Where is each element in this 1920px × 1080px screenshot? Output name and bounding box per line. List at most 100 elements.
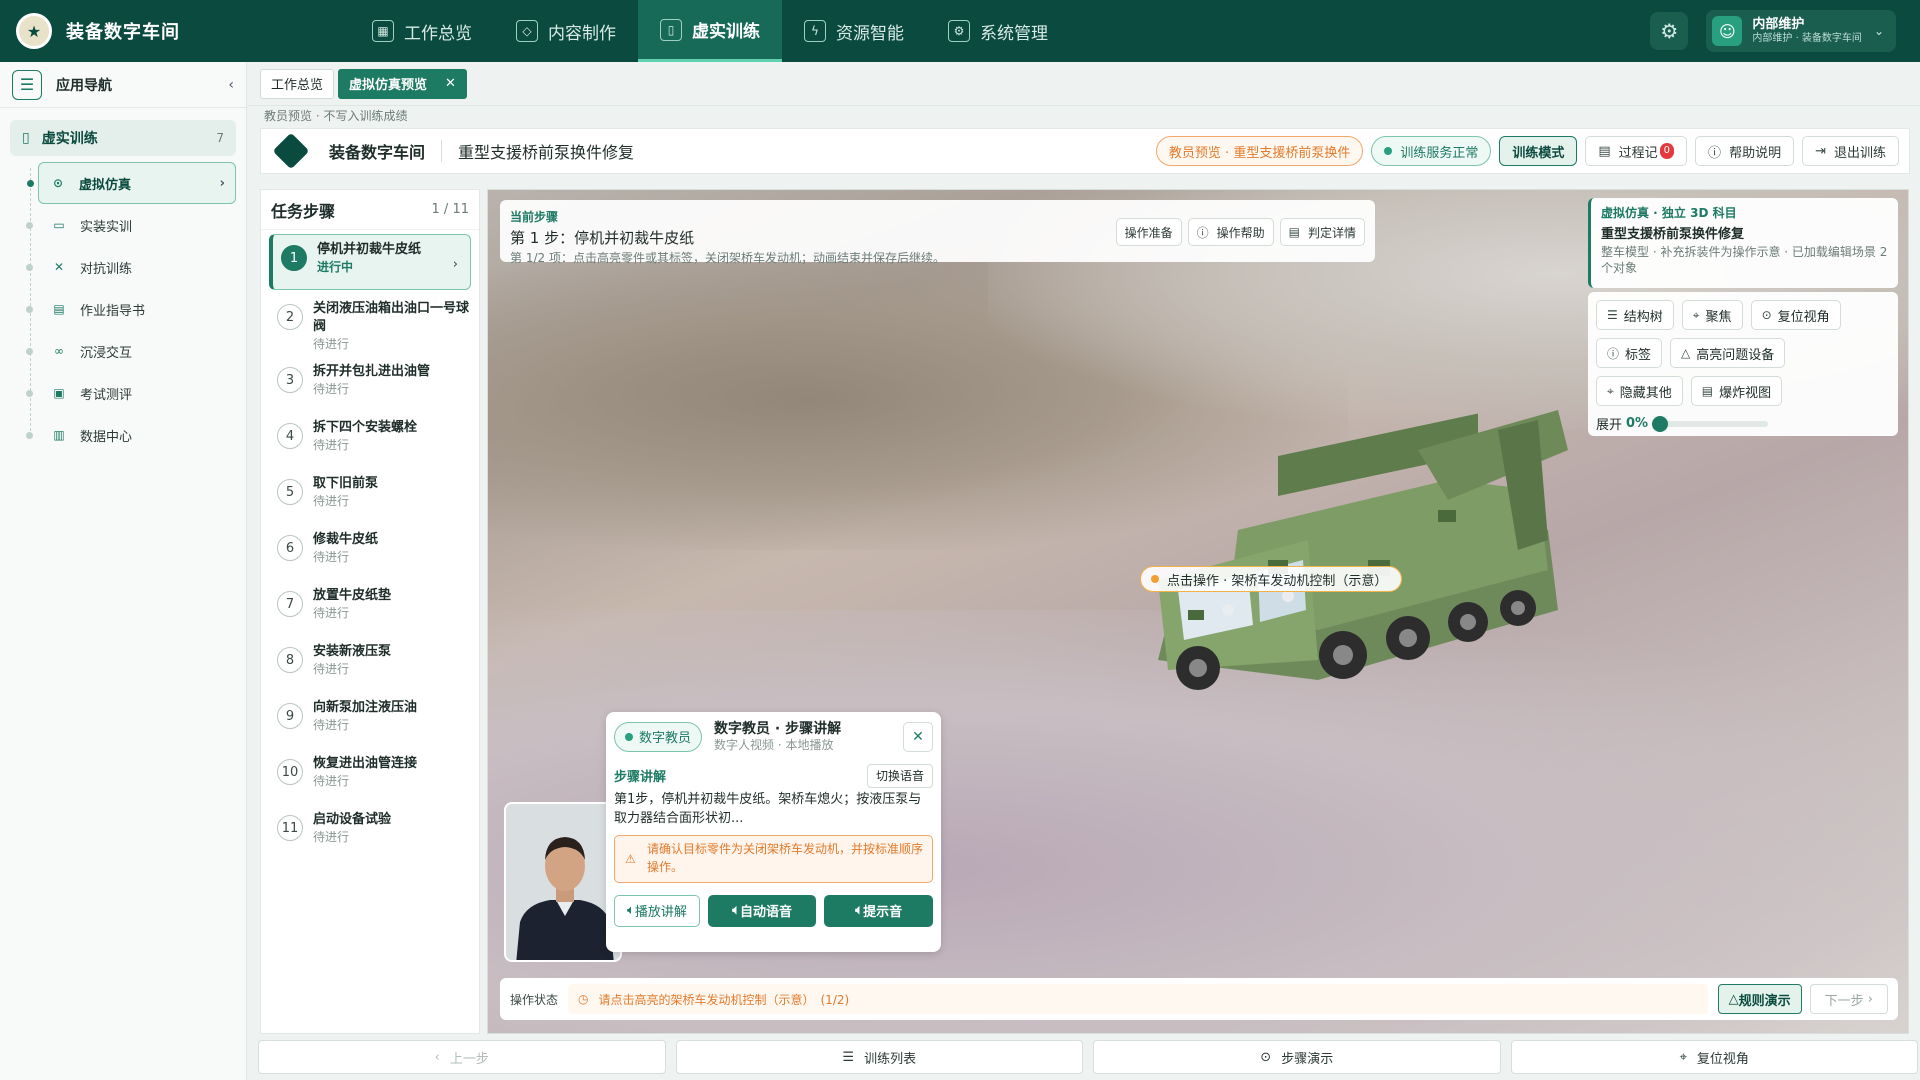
sidebar-item-exam[interactable]: ▣ 考试测评: [26, 372, 246, 414]
play-circle-icon: ⊙: [1260, 1049, 1272, 1065]
sidebar-item-label: 沉浸交互: [80, 345, 133, 361]
tree-dot: [26, 221, 33, 229]
expand-slider[interactable]: [1652, 415, 1769, 432]
sidebar-group-label: 虚实训练: [41, 131, 98, 147]
step-item[interactable]: 4 拆下四个安装螺栓 待进行: [261, 413, 479, 469]
auto-voice-button[interactable]: 🔈︎ 自动语音: [707, 894, 817, 927]
nav-item-training[interactable]: ▯ 虚实训练: [638, 0, 782, 62]
tool-label: 隐藏其他: [1619, 385, 1672, 401]
chevron-down-icon: ⌄: [1873, 24, 1884, 38]
step-number: 5: [277, 479, 303, 506]
nav-item-content[interactable]: ◇ 内容制作: [494, 0, 638, 62]
record-button[interactable]: ▤ 过程记 0: [1585, 136, 1688, 166]
reset-view-footer-button[interactable]: ⌖ 复位视角: [1510, 1040, 1918, 1074]
reset-view-button[interactable]: ⊙ 复位视角: [1750, 300, 1841, 330]
book-icon: ▯: [660, 18, 682, 41]
chevron-left-icon[interactable]: ‹: [228, 77, 234, 93]
nav-label: 虚实训练: [692, 22, 760, 42]
tool-label: 聚焦: [1705, 309, 1732, 325]
play-circle-icon: ⊙: [52, 176, 64, 190]
sidebar-item-label: 作业指导书: [80, 303, 146, 319]
step-name: 拆下四个安装螺栓: [313, 420, 418, 436]
chevron-right-icon: ›: [219, 175, 225, 191]
sidebar-item-guide[interactable]: ▤ 作业指导书: [26, 288, 246, 330]
tab-sim-preview[interactable]: 虚拟仿真预览 ✕: [338, 68, 467, 99]
brand[interactable]: ★ 装备数字车间: [0, 13, 340, 49]
current-step-card: 当前步骤 第 1 步：停机并初裁牛皮纸 第 1/2 项：点击高亮零件或其标签，关…: [500, 200, 1375, 265]
emblem-icon: ★: [16, 13, 52, 49]
rule-demo-button[interactable]: △ 规则演示: [1717, 984, 1802, 1014]
step-demo-button[interactable]: ⊙ 步骤演示: [1093, 1040, 1501, 1074]
explode-view-button[interactable]: ▤ 爆炸视图: [1690, 376, 1783, 406]
switch-voice-button[interactable]: 切换语音: [866, 763, 933, 788]
sim-info-title: 重型支援桥前泵换件修复: [1601, 227, 1745, 242]
nav-item-system[interactable]: ⚙ 系统管理: [926, 0, 1070, 62]
mode-pill[interactable]: 训练模式: [1499, 136, 1578, 166]
main-area: 工作总览 虚拟仿真预览 ✕ 教员预览 · 不写入训练成绩 装备数字车间 重型支援桥…: [248, 62, 1920, 1080]
structure-tree-button[interactable]: ☰ 结构树: [1596, 300, 1674, 330]
tone-button[interactable]: 🔈︎ 提示音: [824, 894, 934, 927]
step-item[interactable]: 5 取下旧前泵 待进行: [261, 469, 479, 525]
user-info: 内部维护 内部维护 · 装备数字车间: [1752, 17, 1862, 44]
hide-others-button[interactable]: ⌖ 隐藏其他: [1596, 376, 1683, 406]
sidebar-item-data[interactable]: ▥ 数据中心: [26, 414, 246, 456]
step-item[interactable]: 3 拆开并包扎进出油管 待进行: [261, 357, 479, 413]
play-explain-button[interactable]: 🔈︎ 播放讲解: [614, 894, 700, 927]
step-name: 放置牛皮纸垫: [313, 588, 392, 604]
step-item[interactable]: 11 启动设备试验 待进行: [261, 805, 479, 861]
training-list-button[interactable]: ☰ 训练列表: [675, 1040, 1083, 1074]
step-item[interactable]: 10 恢复进出油管连接 待进行: [261, 749, 479, 805]
user-menu[interactable]: ☺ 内部维护 内部维护 · 装备数字车间 ⌄: [1706, 10, 1896, 52]
bridge-truck-model[interactable]: [1118, 410, 1578, 700]
teacher-warning-text: 请确认目标零件为关闭架桥车发动机，并按标准顺序操作。: [647, 841, 924, 874]
step-item[interactable]: 8 安装新液压泵 待进行: [261, 637, 479, 693]
operation-callout[interactable]: 点击操作 · 架桥车发动机控制（示意）: [1140, 566, 1403, 592]
3d-viewport[interactable]: 点击操作 · 架桥车发动机控制（示意） 当前步骤 第 1 步：停机并初裁牛皮纸 …: [487, 189, 1909, 1034]
step-item[interactable]: 2 关闭液压油箱出油口一号球阀 待进行: [261, 294, 479, 357]
close-icon[interactable]: ✕: [445, 76, 456, 91]
help-button[interactable]: ⓘ 帮助说明: [1695, 136, 1795, 166]
settings-button[interactable]: ⚙: [1650, 12, 1689, 50]
step-status: 待进行: [313, 830, 350, 845]
slider-handle[interactable]: [1652, 415, 1669, 432]
focus-button[interactable]: ⌖ 聚焦: [1681, 300, 1743, 330]
sidebar-group-training[interactable]: ▯ 虚实训练 7: [10, 120, 236, 156]
nav-item-overview[interactable]: ▦ 工作总览: [350, 0, 494, 62]
step-item[interactable]: 9 向新泵加注液压油 待进行: [261, 693, 479, 749]
prev-step-button[interactable]: ‹ 上一步: [258, 1040, 666, 1074]
step-item[interactable]: 7 放置牛皮纸垫 待进行: [261, 581, 479, 637]
chart-icon: ▥: [53, 428, 65, 442]
sidebar-item-label: 虚拟仿真: [79, 177, 132, 193]
user-sub: 内部维护 · 装备数字车间: [1752, 32, 1862, 44]
current-step-actions: 操作准备 ⓘ 操作帮助 ▤ 判定详情: [1115, 218, 1365, 246]
teacher-portrait: [506, 804, 620, 960]
help-circle-icon: ⓘ: [1196, 225, 1209, 240]
step-item[interactable]: 1 停机并初裁牛皮纸 进行中 ›: [269, 234, 471, 290]
next-step-label: 下一步: [1824, 993, 1864, 1009]
tab-overview[interactable]: 工作总览: [260, 68, 335, 99]
sidebar-item-practical[interactable]: ▭ 实装实训: [26, 204, 246, 246]
highlight-button[interactable]: △ 高亮问题设备: [1670, 338, 1786, 368]
judge-detail-button[interactable]: ▤ 判定详情: [1279, 218, 1365, 246]
step-status: 待进行: [313, 774, 350, 789]
label-toggle-button[interactable]: ⓘ 标签: [1596, 338, 1663, 368]
prepare-button[interactable]: 操作准备: [1115, 218, 1182, 246]
step-status: 进行中: [317, 260, 354, 275]
step-number: 3: [277, 367, 303, 394]
sidebar-item-immersive[interactable]: ∞ 沉浸交互: [26, 330, 246, 372]
status-dot: [1384, 147, 1393, 155]
teacher-section: 步骤讲解 切换语音: [614, 763, 933, 788]
digital-teacher-video[interactable]: [504, 802, 622, 962]
op-help-button[interactable]: ⓘ 操作帮助: [1187, 218, 1274, 246]
exit-button[interactable]: ⇥ 退出训练: [1802, 136, 1899, 166]
step-number: 1: [281, 245, 307, 271]
app-title: 装备数字车间: [66, 22, 180, 43]
nav-item-resources[interactable]: ϟ 资源智能: [782, 0, 926, 62]
close-icon[interactable]: ✕: [903, 721, 933, 752]
step-item[interactable]: 6 修裁牛皮纸 待进行: [261, 525, 479, 581]
tool-label: 标签: [1625, 347, 1652, 363]
sidebar-item-virtual-sim[interactable]: ⊙ 虚拟仿真 ›: [27, 162, 236, 204]
next-step-button[interactable]: 下一步 ›: [1809, 984, 1888, 1014]
menu-icon[interactable]: ☰: [12, 69, 42, 100]
sidebar-item-combat[interactable]: ✕ 对抗训练: [26, 246, 246, 288]
